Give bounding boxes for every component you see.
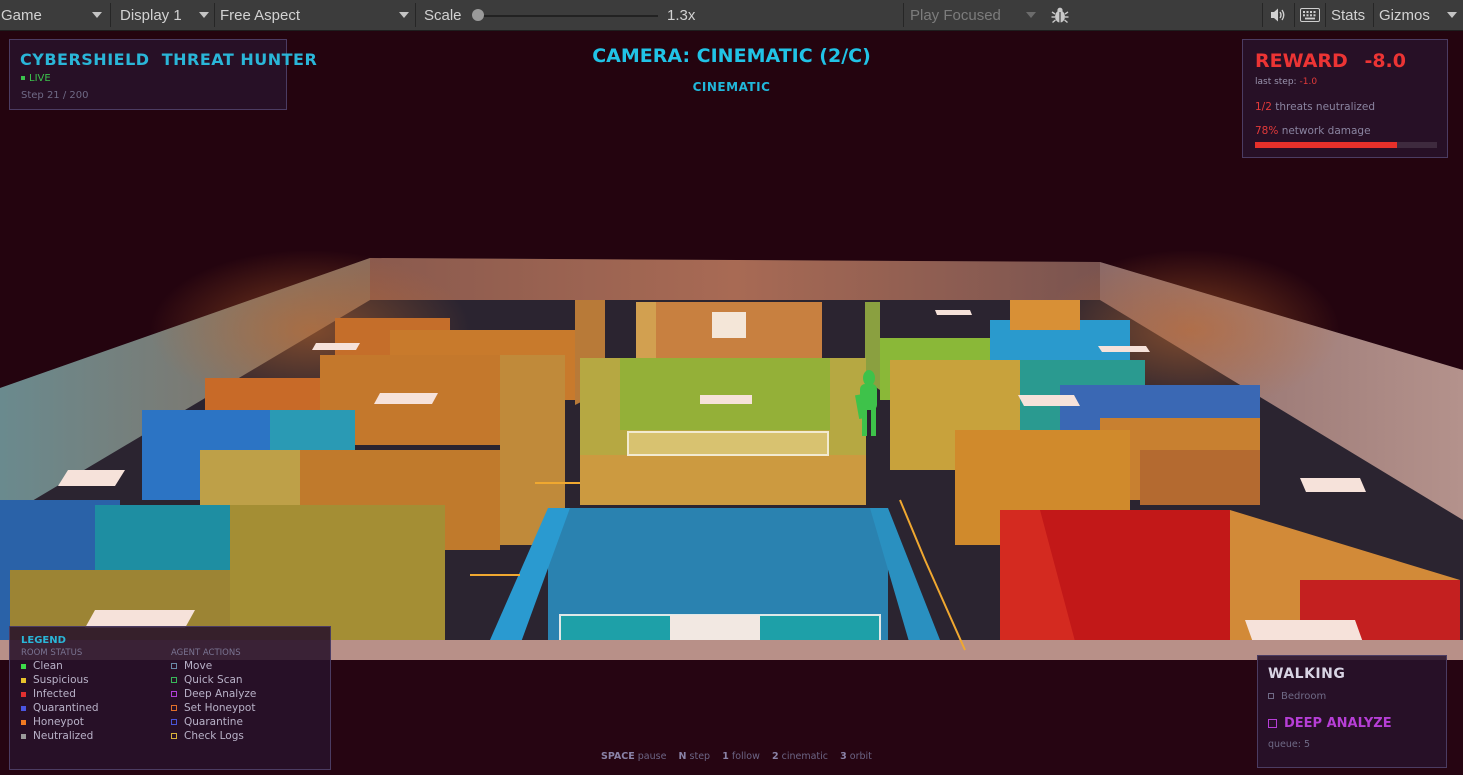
room-status-label: Quarantined [33, 702, 99, 714]
scale-slider-handle[interactable] [472, 9, 484, 21]
status-swatch-icon [21, 705, 26, 711]
scale-slider-track[interactable] [478, 15, 658, 17]
agent-action-label: Move [184, 660, 213, 672]
action-swatch-icon [171, 663, 177, 669]
room-status-item: Suspicious [21, 674, 89, 686]
action-swatch-icon [171, 677, 177, 683]
last-step: last step: -1.0 [1255, 77, 1317, 87]
agent-action-label: Quick Scan [184, 674, 243, 686]
agent-action: DEEP ANALYZE [1268, 716, 1392, 731]
action-swatch-icon [171, 719, 177, 725]
status-swatch-icon [21, 719, 26, 725]
help-item: 3 orbit [840, 751, 872, 762]
room-status-label: Infected [33, 688, 76, 700]
agent-action-label: Set Honeypot [184, 702, 256, 714]
last-step-value: -1.0 [1299, 77, 1318, 87]
gizmos-label: Gizmos [1379, 6, 1430, 24]
legend-panel: LEGEND ROOM STATUS AGENT ACTIONS Clean Su… [9, 626, 331, 770]
agent-action-label: Check Logs [184, 730, 244, 742]
agent-action-label: Quarantine [184, 716, 243, 728]
agent-action-label: Deep Analyze [184, 688, 257, 700]
display-label: Display 1 [120, 6, 182, 24]
chevron-down-icon [1026, 12, 1036, 18]
agent-action-item: Set Honeypot [171, 702, 255, 714]
status-swatch-icon [21, 733, 26, 739]
help-item: SPACE pause [601, 751, 667, 762]
bug-icon[interactable] [1046, 0, 1074, 30]
display-dropdown[interactable]: Display 1 [111, 0, 214, 30]
scale-label: Scale [424, 6, 462, 24]
agent-action-item: Quick Scan [171, 674, 243, 686]
agent-action-item: Deep Analyze [171, 688, 256, 700]
scale-value: 1.3x [667, 6, 696, 24]
chevron-down-icon [92, 12, 102, 18]
stats-button[interactable]: Stats [1331, 0, 1365, 30]
help-item: 1 follow [722, 751, 760, 762]
room-status-item: Honeypot [21, 716, 84, 728]
reward-label: REWARD [1255, 50, 1348, 72]
threats-count: 1/2 [1255, 101, 1272, 113]
action-swatch-icon [171, 733, 177, 739]
threats-line: 1/2 threats neutralized [1255, 101, 1375, 113]
aspect-label: Free Aspect [220, 6, 301, 24]
agent-actions-title: AGENT ACTIONS [171, 648, 241, 658]
room-status-title: ROOM STATUS [21, 648, 83, 658]
keyboard-help: SPACE pause N step 1 follow 2 cinematic … [601, 751, 872, 762]
help-item: 2 cinematic [771, 751, 829, 762]
agent-state-panel: WALKING Bedroom DEEP ANALYZE queue: 5 [1257, 655, 1447, 768]
room-status-item: Clean [21, 660, 63, 672]
aspect-dropdown[interactable]: Free Aspect [215, 0, 415, 30]
help-item: N step [678, 751, 711, 762]
damage-bar-fill [1255, 142, 1397, 148]
reward-panel: REWARD -8.0 last step: -1.0 1/2 threats … [1242, 39, 1448, 158]
status-swatch-icon [21, 677, 26, 683]
play-mode-dropdown[interactable]: Play Focused [904, 0, 1044, 30]
last-step-label: last step: [1255, 77, 1297, 87]
reward-header: REWARD -8.0 [1255, 50, 1406, 72]
room-status-item: Infected [21, 688, 76, 700]
speaker-icon[interactable] [1264, 0, 1292, 30]
status-swatch-icon [21, 691, 26, 697]
action-swatch-icon [171, 691, 177, 697]
room-status-label: Clean [33, 660, 63, 672]
view-dropdown[interactable]: Game [0, 0, 110, 30]
damage-line: 78% network damage [1255, 125, 1371, 137]
chevron-down-icon [399, 12, 409, 18]
agent-action-item: Move [171, 660, 212, 672]
play-mode-label: Play Focused [910, 6, 1001, 24]
agent-state: WALKING [1268, 666, 1346, 682]
deep-analyze-icon [1268, 719, 1277, 728]
room-status-label: Honeypot [33, 716, 84, 728]
reward-value: -8.0 [1364, 50, 1406, 72]
agent-action-item: Check Logs [171, 730, 244, 742]
chevron-down-icon [199, 12, 209, 18]
gizmos-dropdown[interactable]: Gizmos [1379, 0, 1463, 30]
legend-title: LEGEND [21, 635, 66, 646]
room-status-item: Neutralized [21, 730, 93, 742]
editor-toolbar: Game Display 1 Free Aspect Scale 1.3x Pl… [0, 0, 1463, 31]
chevron-down-icon [1447, 12, 1457, 18]
room-status-label: Suspicious [33, 674, 89, 686]
agent-action-item: Quarantine [171, 716, 243, 728]
agent-action-label: DEEP ANALYZE [1284, 716, 1392, 731]
room-status-item: Quarantined [21, 702, 99, 714]
damage-pct: 78% [1255, 125, 1279, 137]
location-icon [1268, 693, 1274, 699]
damage-bar-track [1255, 142, 1437, 148]
agent-queue: queue: 5 [1268, 739, 1311, 750]
room-status-label: Neutralized [33, 730, 94, 742]
damage-label: network damage [1281, 125, 1371, 137]
threats-label: threats neutralized [1275, 101, 1376, 113]
keyboard-icon[interactable] [1297, 0, 1323, 30]
agent-location: Bedroom [1268, 691, 1326, 702]
agent-location-label: Bedroom [1281, 691, 1327, 702]
action-swatch-icon [171, 705, 177, 711]
status-swatch-icon [21, 663, 26, 669]
view-label: Game [1, 6, 42, 24]
